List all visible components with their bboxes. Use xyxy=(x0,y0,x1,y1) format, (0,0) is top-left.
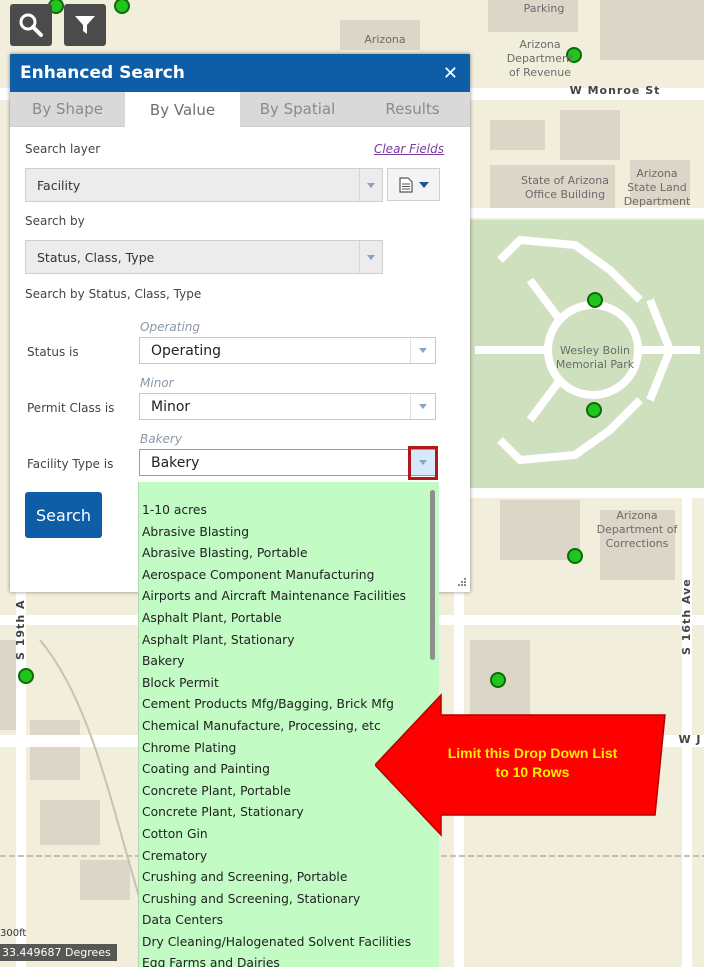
filter-icon xyxy=(75,16,95,34)
caret-down-icon xyxy=(418,181,429,188)
annotation-text: Limit this Drop Down List to 10 Rows xyxy=(425,744,640,782)
dropdown-option[interactable]: Airports and Aircraft Maintenance Facili… xyxy=(139,586,439,608)
tab-by-shape[interactable]: By Shape xyxy=(10,92,125,126)
dropdown-option[interactable]: Abrasive Blasting xyxy=(139,522,439,544)
chevron-down-icon xyxy=(359,169,382,201)
status-hint: Operating xyxy=(140,320,200,334)
search-by-value: Status, Class, Type xyxy=(37,249,155,265)
map-label-parking: Parking xyxy=(523,2,565,15)
tab-by-value[interactable]: By Value xyxy=(125,92,240,128)
status-select[interactable]: Operating xyxy=(139,337,436,364)
filter-tool-button[interactable] xyxy=(64,4,106,46)
search-layer-label: Search layer xyxy=(25,142,101,156)
status-value: Operating xyxy=(151,342,221,359)
search-layer-value: Facility xyxy=(37,177,81,193)
dropdown-option[interactable]: Data Centers xyxy=(139,910,439,932)
panel-title: Enhanced Search xyxy=(20,63,185,83)
map-label-monroe: W Monroe St xyxy=(569,84,661,97)
dropdown-option[interactable]: Crushing and Screening, Stationary xyxy=(139,889,439,911)
map-label-16th-ave: S 16th Ave xyxy=(680,578,693,655)
map-label-19th-ave: S 19th A xyxy=(14,599,27,661)
facility-type-value: Bakery xyxy=(151,454,200,471)
chevron-down-icon xyxy=(410,338,435,363)
search-icon xyxy=(19,13,43,37)
map-label-state-land: Arizona State Land Department xyxy=(623,167,691,208)
resize-grip-icon[interactable] xyxy=(456,578,466,588)
tab-results[interactable]: Results xyxy=(355,92,470,126)
annotation-highlight-box xyxy=(408,446,438,480)
dropdown-option[interactable]: Abrasive Blasting, Portable xyxy=(139,543,439,565)
dropdown-option[interactable]: Asphalt Plant, Portable xyxy=(139,608,439,630)
dropdown-option[interactable]: Crushing and Screening, Portable xyxy=(139,867,439,889)
facility-type-label: Facility Type is xyxy=(27,457,114,471)
search-by-summary: Search by Status, Class, Type xyxy=(25,287,202,301)
permit-class-label: Permit Class is xyxy=(27,401,115,415)
dropdown-option[interactable]: Bakery xyxy=(139,651,439,673)
facility-type-hint: Bakery xyxy=(140,432,182,446)
clear-fields-link[interactable]: Clear Fields xyxy=(374,142,444,156)
close-icon[interactable]: ✕ xyxy=(443,63,458,84)
map-label-state-office: State of Arizona Office Building xyxy=(520,174,610,201)
chevron-down-icon xyxy=(359,241,382,273)
coordinate-readout: 33.449687 Degrees xyxy=(0,944,117,961)
map-scale: 300ft xyxy=(0,928,27,939)
search-by-label: Search by xyxy=(25,214,85,228)
search-by-select[interactable]: Status, Class, Type xyxy=(25,240,383,274)
map-label-dept-revenue: Arizona Department of Revenue xyxy=(506,38,574,79)
permit-class-value: Minor xyxy=(151,398,191,415)
dropdown-option[interactable]: Crematory xyxy=(139,846,439,868)
map-label-wesley-bolin: Wesley Bolin Memorial Park xyxy=(555,344,635,371)
dropdown-scrollbar[interactable] xyxy=(430,490,435,660)
search-button[interactable]: Search xyxy=(25,492,102,538)
facility-type-select[interactable]: Bakery xyxy=(139,449,436,476)
dropdown-option[interactable]: Egg Farms and Dairies xyxy=(139,953,439,967)
annotation-line-1: Limit this Drop Down List xyxy=(447,745,618,761)
permit-class-select[interactable]: Minor xyxy=(139,393,436,420)
map-label-wj: W J xyxy=(678,733,702,746)
map-label-arizona: Arizona xyxy=(364,33,406,46)
tab-bar: By Shape By Value By Spatial Results xyxy=(10,92,470,128)
dropdown-option[interactable]: Aerospace Component Manufacturing xyxy=(139,565,439,587)
panel-header: Enhanced Search ✕ xyxy=(10,54,470,92)
permit-class-hint: Minor xyxy=(140,376,174,390)
chevron-down-icon xyxy=(410,394,435,419)
status-label: Status is xyxy=(27,345,79,359)
search-layer-select[interactable]: Facility xyxy=(25,168,383,202)
tab-by-spatial[interactable]: By Spatial xyxy=(240,92,355,126)
dropdown-option[interactable]: Asphalt Plant, Stationary xyxy=(139,630,439,652)
annotation-line-2: to 10 Rows xyxy=(495,764,570,780)
layer-options-button[interactable] xyxy=(387,168,440,201)
dropdown-option[interactable]: 1-10 acres xyxy=(139,500,439,522)
dropdown-option[interactable]: Dry Cleaning/Halogenated Solvent Facilit… xyxy=(139,932,439,954)
search-tool-button[interactable] xyxy=(10,4,52,46)
document-icon xyxy=(398,176,413,193)
map-label-corrections: Arizona Department of Corrections xyxy=(596,509,678,550)
